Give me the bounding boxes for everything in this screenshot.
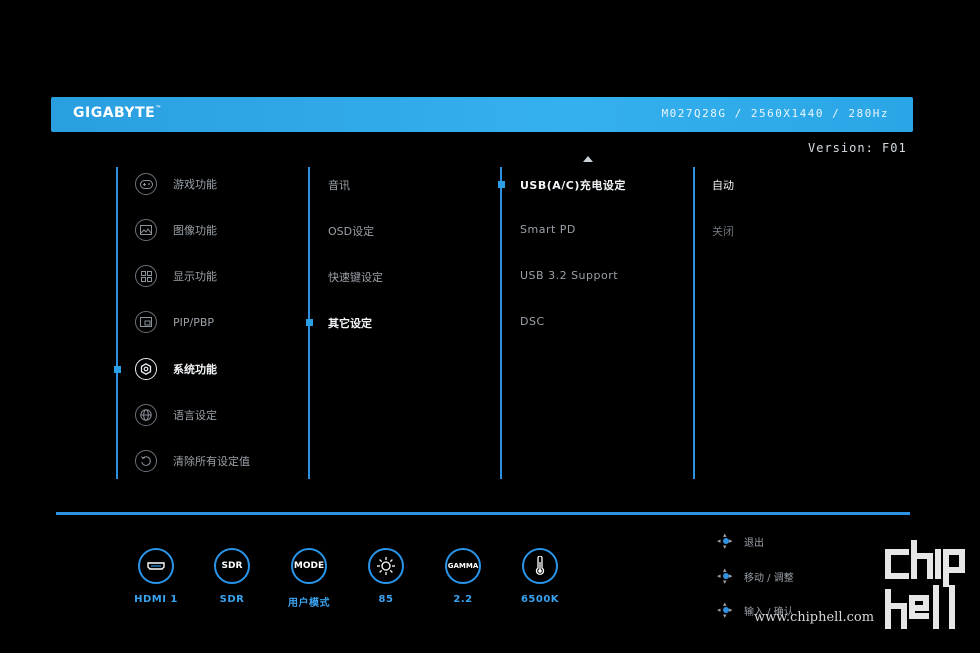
- footer-divider: [56, 512, 910, 515]
- gigabyte-logo: GIGABYTE™: [73, 105, 162, 121]
- status-picture-mode: MODE 用户模式: [279, 548, 339, 609]
- scroll-up-arrow-icon[interactable]: [583, 156, 593, 162]
- status-gamma: GAMMA 2.2: [433, 548, 493, 605]
- status-color-temperature: 6500K: [510, 548, 570, 605]
- globe-icon: [135, 404, 157, 426]
- firmware-version: Version: F01: [808, 141, 907, 155]
- submenu-item-audio[interactable]: 音讯: [328, 177, 350, 193]
- brightness-sun-icon: [368, 548, 404, 584]
- joystick-icon: ▴ ▾ ◂ ▸: [717, 566, 733, 586]
- joystick-icon: ▴ ▾ ◂ ▸: [717, 531, 733, 551]
- menu-item-picture[interactable]: 图像功能: [135, 217, 217, 243]
- hint-label: 移动 / 调整: [744, 572, 794, 584]
- hint-exit: ▴ ▾ ◂ ▸ 退出: [717, 531, 764, 551]
- status-label: SDR: [219, 594, 245, 605]
- menu-item-reset-all[interactable]: 清除所有设定值: [135, 448, 250, 474]
- submenu-item-quick-switch[interactable]: 快速键设定: [328, 269, 383, 285]
- setting-dsc[interactable]: DSC: [520, 315, 545, 328]
- chiphell-logo: [880, 539, 970, 639]
- menu-item-label: PIP/PBP: [173, 315, 215, 329]
- hdmi-port-icon: [138, 548, 174, 584]
- menu-item-label: 图像功能: [173, 224, 217, 237]
- setting-usb-3-2-support[interactable]: USB 3.2 Support: [520, 269, 618, 282]
- option-auto[interactable]: 自动: [712, 177, 734, 193]
- status-label: 用户模式: [288, 598, 330, 609]
- setting-usb-charging[interactable]: USB(A/C)充电设定: [520, 177, 626, 193]
- status-input-source: HDMI 1: [126, 548, 186, 605]
- status-brightness: 85: [356, 548, 416, 605]
- thermometer-icon: [522, 548, 558, 584]
- column-divider-3: [500, 167, 502, 479]
- status-label: 6500K: [520, 594, 560, 605]
- submenu-item-other-settings[interactable]: 其它设定: [328, 315, 372, 331]
- menu-item-language[interactable]: 语言设定: [135, 402, 217, 428]
- display-grid-icon: [135, 265, 157, 287]
- active-indicator: [498, 181, 505, 188]
- hint-label: 退出: [744, 537, 764, 549]
- option-off[interactable]: 关闭: [712, 223, 734, 239]
- menu-item-pip-pbp[interactable]: PIP/PBP: [135, 309, 214, 335]
- gamepad-icon: [135, 173, 157, 195]
- gear-icon: [135, 358, 157, 380]
- joystick-icon: ▴ ▾ ◂ ▸: [717, 600, 733, 620]
- active-indicator: [114, 366, 121, 373]
- menu-item-label: 游戏功能: [173, 178, 217, 191]
- submenu-item-osd-settings[interactable]: OSD设定: [328, 223, 374, 239]
- mode-icon: MODE: [291, 548, 327, 584]
- status-label: 85: [378, 594, 394, 605]
- menu-item-system[interactable]: 系统功能: [135, 356, 217, 382]
- picture-icon: [135, 219, 157, 241]
- menu-item-gaming[interactable]: 游戏功能: [135, 171, 217, 197]
- hint-move-adjust: ▴ ▾ ◂ ▸ 移动 / 调整: [717, 566, 794, 586]
- menu-item-label: 显示功能: [173, 270, 217, 283]
- menu-item-label: 系统功能: [173, 363, 217, 376]
- osd-header-bar: GIGABYTE™ M027Q28G / 2560X1440 / 280Hz: [51, 97, 913, 132]
- setting-smart-pd[interactable]: Smart PD: [520, 223, 576, 236]
- pip-icon: [135, 311, 157, 333]
- active-indicator: [306, 319, 313, 326]
- status-label: HDMI 1: [134, 594, 178, 605]
- model-info: M027Q28G / 2560X1440 / 280Hz: [661, 107, 889, 120]
- watermark-text: www.chiphell.com: [754, 610, 875, 625]
- status-dynamic-range: SDR SDR: [202, 548, 262, 605]
- reset-icon: [135, 450, 157, 472]
- column-divider-4: [693, 167, 695, 479]
- menu-item-label: 清除所有设定值: [173, 455, 250, 468]
- status-label: 2.2: [453, 594, 473, 605]
- gamma-icon: GAMMA: [445, 548, 481, 584]
- menu-item-label: 语言设定: [173, 409, 217, 422]
- menu-item-display[interactable]: 显示功能: [135, 263, 217, 289]
- column-divider-1: [116, 167, 118, 479]
- sdr-icon: SDR: [214, 548, 250, 584]
